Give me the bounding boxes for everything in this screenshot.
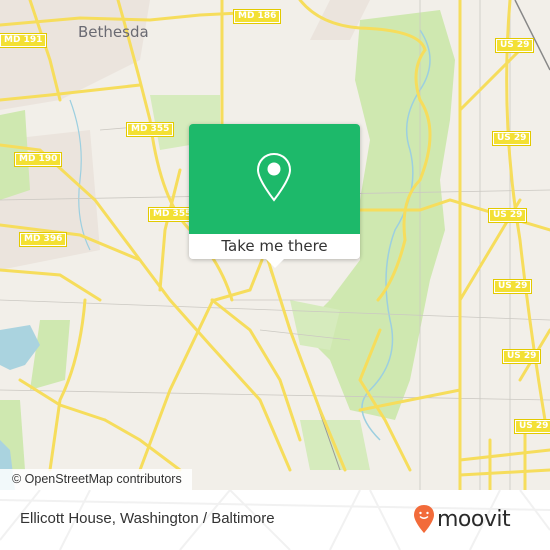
moovit-logo[interactable]: moovit [413, 502, 511, 536]
route-shield: US 29 [513, 419, 550, 434]
park-area [30, 320, 70, 390]
footer-bar: Ellicott House, Washington / Baltimore m… [0, 490, 550, 550]
map-attribution[interactable]: © OpenStreetMap contributors [0, 469, 192, 490]
route-shield: MD 396 [18, 232, 68, 247]
location-title: Ellicott House, Washington / Baltimore [20, 510, 275, 527]
popup-pointer [266, 259, 284, 268]
brand-name: moovit [437, 506, 511, 532]
take-me-there-button[interactable]: Take me there [189, 234, 360, 259]
destination-popup[interactable]: Take me there [189, 124, 360, 259]
route-shield: MD 190 [13, 152, 63, 167]
map-pin-icon [256, 152, 292, 202]
route-shield: US 29 [487, 208, 528, 223]
popup-header [189, 124, 360, 234]
moovit-pin-icon [414, 505, 434, 533]
route-shield: MD 355 [125, 122, 175, 137]
route-shield: US 29 [492, 279, 533, 294]
route-shield: US 29 [501, 349, 542, 364]
route-shield: US 29 [494, 38, 535, 53]
route-shield: MD 191 [0, 33, 48, 48]
city-label: Bethesda [78, 23, 149, 41]
route-shield: US 29 [491, 131, 532, 146]
railway [514, 0, 550, 71]
route-shield: MD 186 [232, 9, 282, 24]
